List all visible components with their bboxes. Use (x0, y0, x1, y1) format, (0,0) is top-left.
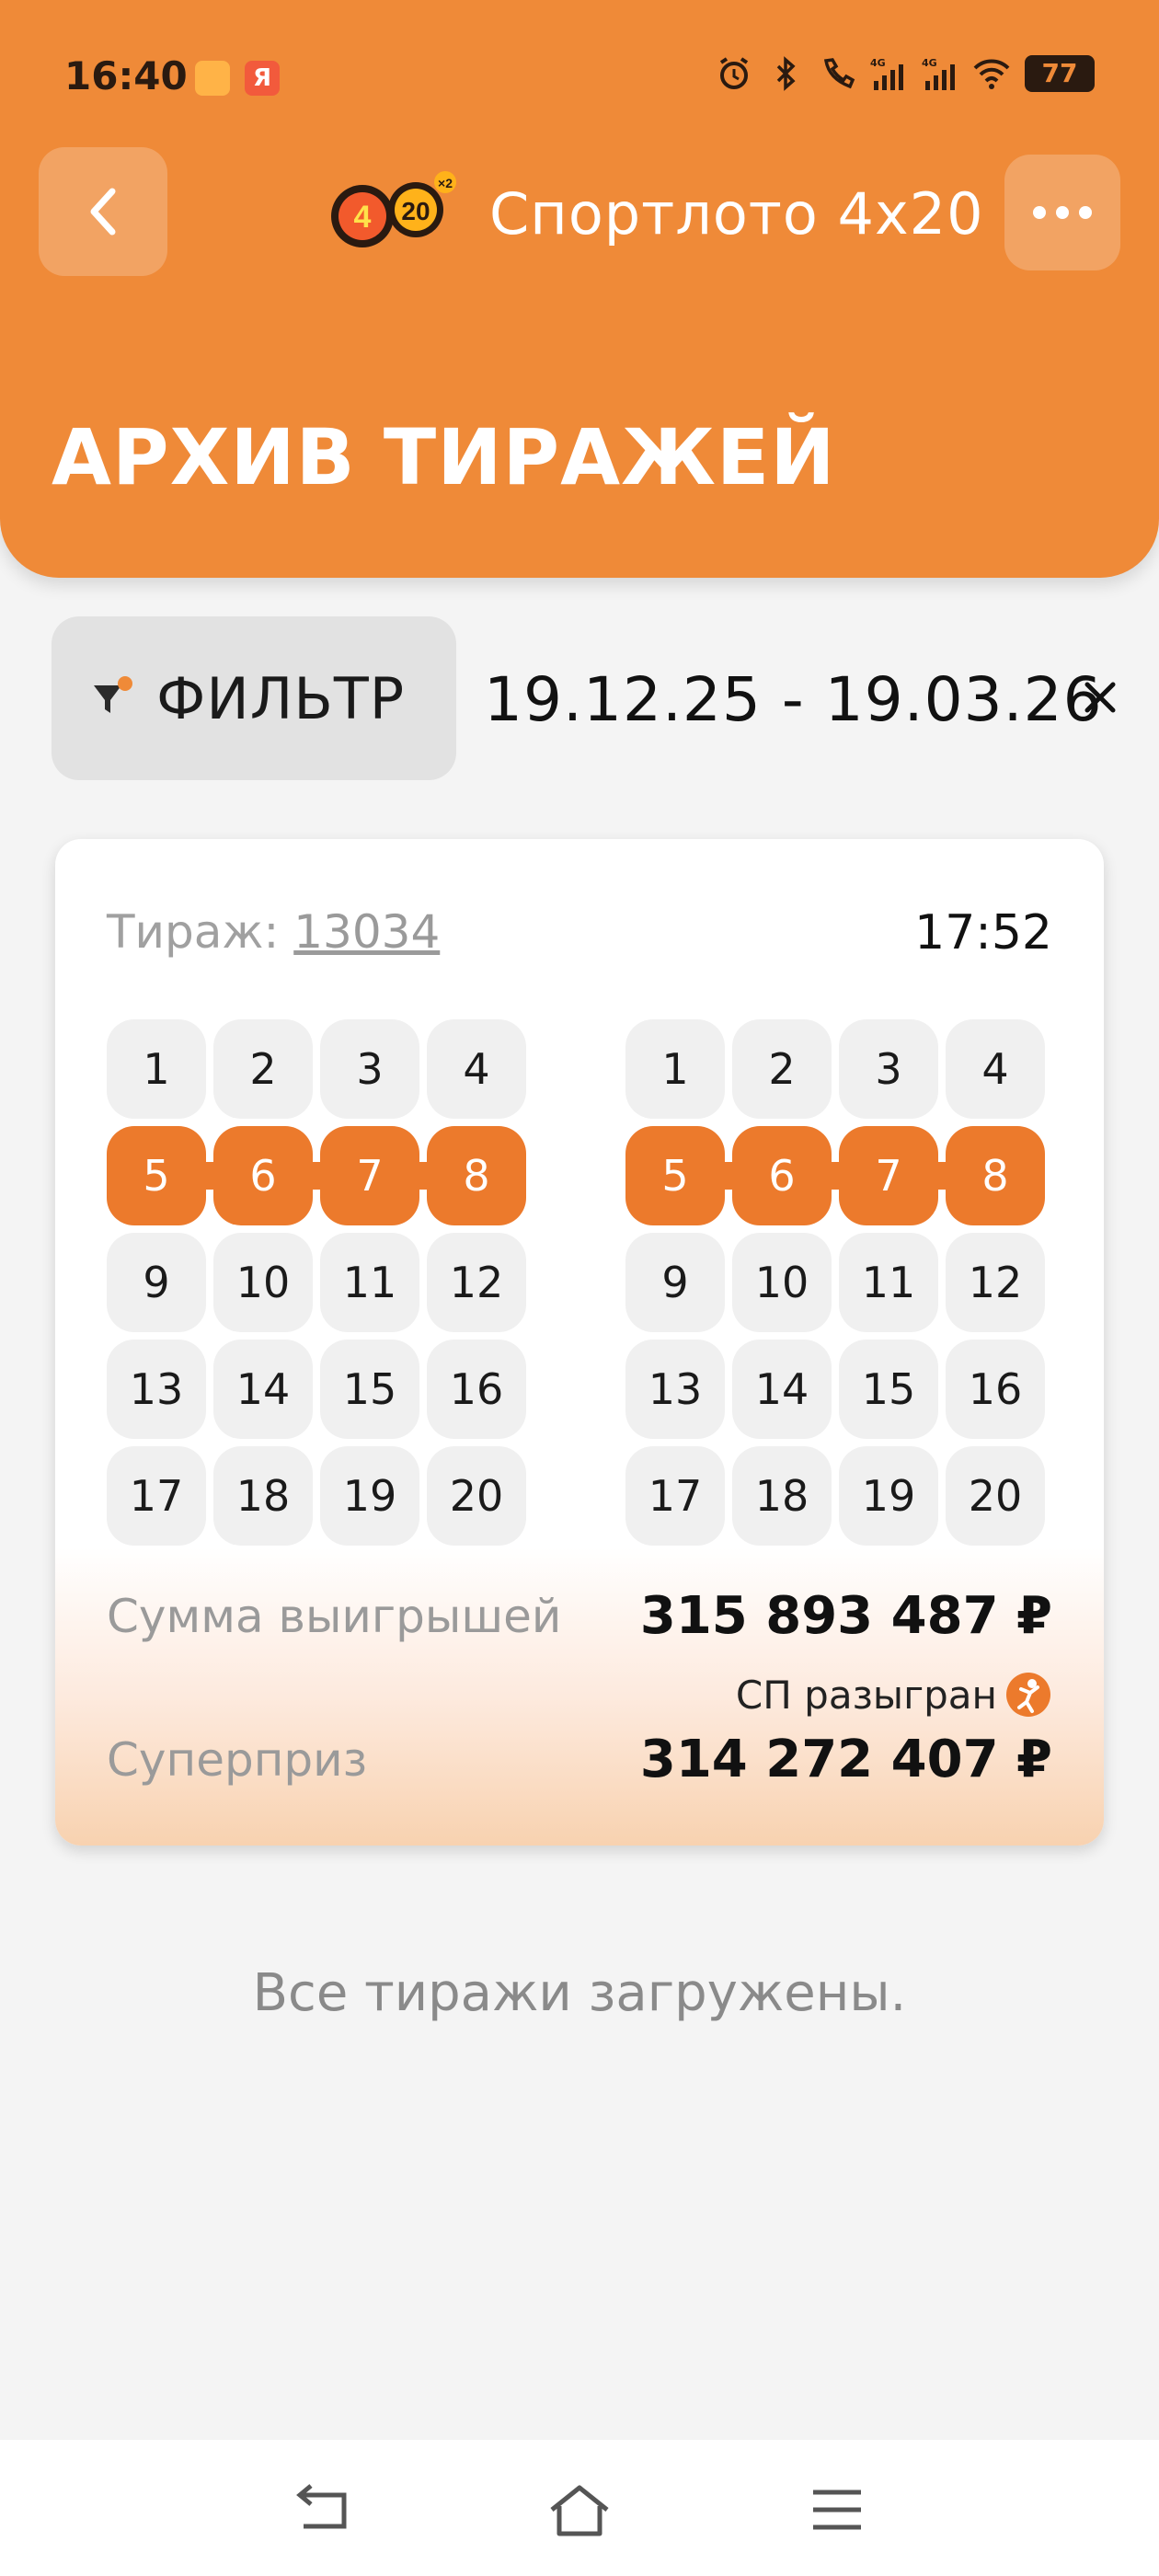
bluetooth-icon (776, 56, 796, 91)
field1-cell: 17 (107, 1446, 206, 1546)
app-header: 16:40 Я 4G 4G 77 4 20 ×2 Спортлото 4х20 … (0, 0, 1159, 578)
status-time: 16:40 (64, 53, 188, 98)
field2-cell-winning: 6 (732, 1126, 832, 1225)
field1-cell: 13 (107, 1340, 206, 1439)
svg-text:4G: 4G (870, 57, 886, 69)
superprize-label: Суперприз (107, 1733, 368, 1787)
alarm-icon (719, 57, 749, 89)
close-icon (1084, 682, 1116, 713)
winnings-label: Сумма выигрышей (107, 1590, 562, 1643)
jackpot-status-label: СП разыгран (735, 1672, 997, 1718)
field2-cell: 15 (839, 1340, 938, 1439)
filter-icon (94, 676, 132, 713)
field2-cell: 11 (839, 1233, 938, 1332)
field2-cell: 20 (946, 1446, 1045, 1546)
field1-cell: 1 (107, 1019, 206, 1119)
field1-cell: 9 (107, 1233, 206, 1332)
signal-4g-icon-2: 4G (922, 57, 955, 90)
menu-icon (813, 2490, 861, 2530)
field2-win-connector (925, 1162, 958, 1190)
field1-cell-winning: 5 (107, 1126, 206, 1225)
nav-home-button[interactable] (546, 2477, 613, 2543)
clear-filter-button[interactable] (1067, 664, 1133, 730)
draw-card[interactable]: Тираж: 13034 17:52 1 2 3 4 5 6 7 8 9 10 11 12 13 14 15… (55, 839, 1104, 1846)
field1-cell: 12 (427, 1233, 526, 1332)
field2-cell: 4 (946, 1019, 1045, 1119)
field1-cell: 2 (213, 1019, 313, 1119)
field1-cell: 16 (427, 1340, 526, 1439)
field2-cell: 19 (839, 1446, 938, 1546)
draw-info: Тираж: 13034 (107, 905, 440, 959)
app-title: Спортлото 4х20 (489, 180, 984, 247)
field2-cell: 2 (732, 1019, 832, 1119)
field2-cell: 14 (732, 1340, 832, 1439)
page-title: АРХИВ ТИРАЖЕЙ (52, 412, 836, 502)
field1-cell-winning: 6 (213, 1126, 313, 1225)
home-icon (550, 2485, 609, 2536)
field2-cell: 13 (625, 1340, 725, 1439)
field1-cell: 19 (320, 1446, 419, 1546)
filter-label: ФИЛЬТР (156, 664, 406, 732)
field1-cell: 20 (427, 1446, 526, 1546)
system-navigation-bar (0, 2440, 1159, 2576)
field1-cell: 3 (320, 1019, 419, 1119)
field2-cell: 17 (625, 1446, 725, 1546)
status-icons: 4G 4G 77 (716, 55, 1095, 92)
field2-cell: 18 (732, 1446, 832, 1546)
field2-cell: 12 (946, 1233, 1045, 1332)
field2-cell: 9 (625, 1233, 725, 1332)
field2-cell-winning: 5 (625, 1126, 725, 1225)
back-button[interactable] (39, 147, 167, 276)
jackpot-won-icon (1006, 1673, 1050, 1717)
all-draws-loaded-message: Все тиражи загружены. (252, 1963, 907, 2023)
call-icon (823, 58, 855, 89)
field2-cell: 1 (625, 1019, 725, 1119)
jackpot-status: СП разыгран (736, 1671, 1052, 1719)
field1-cell: 15 (320, 1340, 419, 1439)
field2-cell-winning: 8 (946, 1126, 1045, 1225)
logo-badge: ×2 (438, 176, 453, 190)
wifi-icon (973, 59, 1010, 89)
nav-back-icon (296, 2484, 347, 2529)
field1-win-connector (407, 1162, 440, 1190)
more-options-button[interactable] (1004, 155, 1120, 270)
svg-text:4G: 4G (922, 57, 937, 69)
field1-cell: 11 (320, 1233, 419, 1332)
field1-win-connector (300, 1162, 333, 1190)
field1-cell: 14 (213, 1340, 313, 1439)
winnings-value: 315 893 487 ₽ (639, 1586, 1052, 1646)
field2-win-connector (819, 1162, 852, 1190)
filter-button[interactable]: ФИЛЬТР (52, 616, 456, 780)
chevron-left-icon (90, 188, 116, 236)
draw-label: Тираж: (107, 905, 280, 959)
draw-number-link[interactable]: 13034 (293, 905, 440, 959)
field1-cell: 18 (213, 1446, 313, 1546)
nav-back-button[interactable] (289, 2477, 355, 2543)
field2-cell: 16 (946, 1340, 1045, 1439)
field2-cell-winning: 7 (839, 1126, 938, 1225)
field1-cell-winning: 8 (427, 1126, 526, 1225)
nav-menu-button[interactable] (804, 2477, 870, 2543)
signal-4g-icon-1: 4G (870, 57, 903, 90)
more-dots-icon (1033, 206, 1092, 219)
notification-app-icon (195, 61, 230, 96)
field1-cell: 10 (213, 1233, 313, 1332)
field2-cell: 3 (839, 1019, 938, 1119)
field2-win-connector (712, 1162, 745, 1190)
field1-win-connector (193, 1162, 226, 1190)
superprize-value: 314 272 407 ₽ (639, 1730, 1052, 1789)
field1-cell: 4 (427, 1019, 526, 1119)
field2-cell: 10 (732, 1233, 832, 1332)
logo-right-number: 20 (401, 197, 430, 225)
field1-cell-winning: 7 (320, 1126, 419, 1225)
yandex-app-icon: Я (245, 61, 280, 96)
logo-left-number: 4 (354, 200, 372, 235)
date-range-value[interactable]: 19.12.25 - 19.03.26 (484, 664, 1103, 735)
draw-time: 17:52 (914, 905, 1052, 960)
battery-indicator: 77 (1025, 55, 1095, 92)
sportloto-logo-icon: 4 20 ×2 (331, 171, 456, 247)
status-bar: 16:40 Я 4G 4G 77 (0, 0, 1159, 156)
